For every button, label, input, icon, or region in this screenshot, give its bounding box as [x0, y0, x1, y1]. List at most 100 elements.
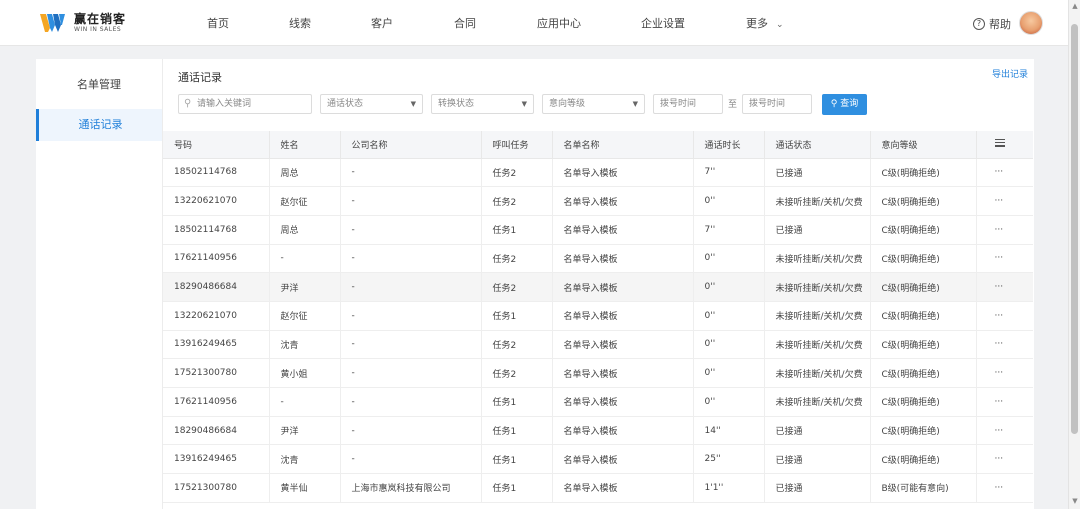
scroll-up-arrow-icon[interactable]: ▲ — [1071, 2, 1079, 12]
sidebar-item-call-records[interactable]: 通话记录 — [36, 109, 162, 141]
cell-call-status: 已接通 — [764, 158, 871, 188]
sidebar-item-list-management[interactable]: 名单管理 — [36, 69, 162, 101]
nav-contracts[interactable]: 合同 — [454, 15, 476, 31]
cell-list-name: 名单导入模板 — [552, 416, 694, 446]
cell-call-status: 已接通 — [764, 473, 871, 503]
help-label: 帮助 — [989, 18, 1011, 31]
table-row[interactable]: 13220621070 赵尔征 - 任务2 名单导入模板 0'' 未接听挂断/关机/欠费 C级… — [163, 186, 1033, 216]
cell-company: - — [340, 158, 482, 188]
date-from-placeholder: 拨号时间 — [660, 99, 697, 109]
page-scrollbar[interactable]: ▲ ▼ — [1068, 0, 1080, 509]
cell-intent-level: C级(明确拒绝) — [870, 330, 977, 360]
scroll-thumb[interactable] — [1071, 24, 1078, 434]
cell-intent-level: B级(可能有意向) — [870, 473, 977, 503]
scroll-down-arrow-icon[interactable]: ▼ — [1071, 497, 1079, 507]
cell-phone: 18290486684 — [163, 272, 270, 302]
logo-title: 赢在销客 — [74, 12, 127, 26]
row-more-actions-button[interactable]: ··· — [976, 158, 1033, 188]
row-more-actions-button[interactable]: ··· — [976, 301, 1033, 331]
query-label: 查询 — [840, 99, 859, 109]
cell-intent-level: C级(明确拒绝) — [870, 301, 977, 331]
table-row[interactable]: 13220621070 赵尔征 - 任务1 名单导入模板 0'' 未接听挂断/关机/欠费 C级… — [163, 301, 1033, 331]
cell-call-status: 未接听挂断/关机/欠费 — [764, 301, 871, 331]
cell-intent-level: C级(明确拒绝) — [870, 358, 977, 388]
nav-more-label: 更多 — [746, 17, 768, 30]
row-more-actions-button[interactable]: ··· — [976, 416, 1033, 446]
table-row[interactable]: 18290486684 尹洋 - 任务1 名单导入模板 14'' 已接通 C级(明确拒绝) ··… — [163, 416, 1033, 446]
table-row[interactable]: 13916249465 沈青 - 任务1 名单导入模板 25'' 已接通 C级(明确拒绝) ··… — [163, 444, 1033, 475]
cell-duration: 0'' — [693, 358, 765, 388]
convert-status-select[interactable]: 转换状态 ▼ — [431, 94, 534, 114]
nav-app-center[interactable]: 应用中心 — [537, 15, 581, 31]
row-more-actions-button[interactable]: ··· — [976, 244, 1033, 274]
row-more-actions-button[interactable]: ··· — [976, 215, 1033, 245]
cell-company: - — [340, 330, 482, 360]
cell-duration: 14'' — [693, 416, 765, 446]
table-row[interactable]: 17621140956- - 任务1 名单导入模板 0'' 未接听挂断/关机/欠费 C级(明… — [163, 387, 1033, 417]
date-to-input[interactable]: 拨号时间 — [742, 94, 812, 114]
row-more-actions-button[interactable]: ··· — [976, 358, 1033, 388]
nav-home[interactable]: 首页 — [207, 15, 229, 31]
row-more-actions-button[interactable]: ··· — [976, 186, 1033, 216]
intent-level-select[interactable]: 意向等级 ▼ — [542, 94, 645, 114]
cell-duration: 0'' — [693, 301, 765, 331]
export-records-link[interactable]: 导出记录 — [992, 67, 1028, 80]
top-nav-bar: 赢在销客 WIN IN SALES 首页 线索 客户 合同 应用中心 企业设置 … — [0, 0, 1068, 46]
call-status-label: 通话状态 — [327, 99, 364, 109]
row-more-actions-button[interactable]: ··· — [976, 272, 1033, 302]
cell-intent-level: C级(明确拒绝) — [870, 215, 977, 245]
cell-intent-level: C级(明确拒绝) — [870, 444, 977, 475]
table-row[interactable]: 18502114768 周总 - 任务1 名单导入模板 7'' 已接通 C级(明确拒绝) ··· — [163, 215, 1033, 245]
main-panel: 通话记录 导出记录 ⚲ 请输入关键词 通话状态 ▼ 转换状态 ▼ 意向等级 ▼ … — [162, 59, 1034, 509]
help-button[interactable]: ? 帮助 — [973, 16, 1011, 32]
cell-list-name: 名单导入模板 — [552, 473, 694, 503]
cell-company: - — [340, 301, 482, 331]
nav-leads[interactable]: 线索 — [289, 15, 311, 31]
cell-name: 赵尔征 — [269, 186, 341, 216]
call-status-select[interactable]: 通话状态 ▼ — [320, 94, 423, 114]
cell-intent-level: C级(明确拒绝) — [870, 416, 977, 446]
chevron-down-icon: ⌄ — [776, 20, 784, 30]
cell-company: - — [340, 215, 482, 245]
date-from-input[interactable]: 拨号时间 — [653, 94, 723, 114]
cell-list-name: 名单导入模板 — [552, 186, 694, 216]
caret-down-icon: ▼ — [521, 100, 527, 108]
row-more-actions-button[interactable]: ··· — [976, 444, 1033, 475]
cell-duration: 0'' — [693, 330, 765, 360]
user-avatar[interactable] — [1019, 11, 1043, 35]
query-button[interactable]: ⚲ 查询 — [822, 94, 867, 115]
cell-duration: 0'' — [693, 387, 765, 417]
row-more-actions-button[interactable]: ··· — [976, 330, 1033, 360]
nav-customers[interactable]: 客户 — [371, 15, 393, 31]
row-more-actions-button[interactable]: ··· — [976, 387, 1033, 417]
cell-name: 尹洋 — [269, 272, 341, 302]
table-row[interactable]: 17621140956- - 任务2 名单导入模板 0'' 未接听挂断/关机/欠费 C级(明… — [163, 244, 1033, 274]
keyword-search-input[interactable]: ⚲ 请输入关键词 — [178, 94, 312, 114]
column-settings-button[interactable] — [976, 131, 1033, 159]
table-header-row: 号码 姓名 公司名称 呼叫任务 名单名称 通话时长 通话状态 意向等级 — [163, 131, 1033, 159]
nav-enterprise-settings[interactable]: 企业设置 — [641, 15, 685, 31]
table-row[interactable]: 17521300780 黄半仙 上海市惠岚科技有限公司 任务1 名单导入模板 1'1'' 已… — [163, 473, 1033, 503]
cell-phone: 13220621070 — [163, 301, 270, 331]
cell-duration: 25'' — [693, 444, 765, 475]
table-header-col-phone: 号码 — [163, 131, 270, 159]
app-logo[interactable]: 赢在销客 WIN IN SALES — [40, 12, 126, 34]
call-records-table: 号码 姓名 公司名称 呼叫任务 名单名称 通话时长 通话状态 意向等级 18502114768… — [163, 131, 1035, 503]
cell-company: - — [340, 387, 482, 417]
search-icon: ⚲ — [830, 99, 838, 109]
cell-name: 周总 — [269, 158, 341, 188]
table-header-col-duration: 通话时长 — [693, 131, 765, 159]
row-more-actions-button[interactable]: ··· — [976, 473, 1033, 503]
caret-down-icon: ▼ — [410, 100, 416, 108]
table-row[interactable]: 18502114768 周总 - 任务2 名单导入模板 7'' 已接通 C级(明确拒绝) ··· — [163, 158, 1033, 188]
date-to-placeholder: 拨号时间 — [749, 99, 786, 109]
cell-company: - — [340, 444, 482, 475]
cell-list-name: 名单导入模板 — [552, 158, 694, 188]
table-row[interactable]: 17521300780 黄小姐 - 任务2 名单导入模板 0'' 未接听挂断/关机/欠费 C级… — [163, 358, 1033, 388]
caret-down-icon: ▼ — [632, 100, 638, 108]
table-row[interactable]: 18290486684 尹洋 - 任务2 名单导入模板 0'' 未接听挂断/关机/欠费 C级(… — [163, 272, 1033, 302]
cell-name: 沈青 — [269, 330, 341, 360]
nav-more[interactable]: 更多 ⌄ — [746, 15, 784, 31]
cell-name: - — [269, 387, 341, 417]
table-row[interactable]: 13916249465 沈青 - 任务2 名单导入模板 0'' 未接听挂断/关机/欠费 C级(… — [163, 330, 1033, 360]
